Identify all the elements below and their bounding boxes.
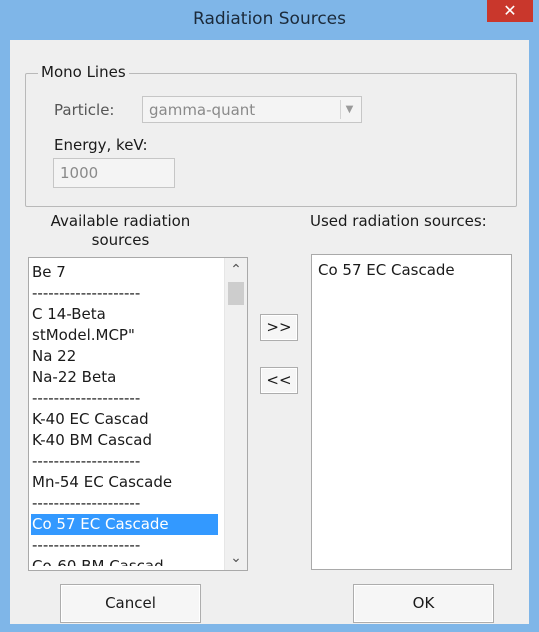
particle-value: gamma-quant (149, 101, 256, 119)
list-item[interactable]: -------------------- (31, 283, 218, 304)
close-icon: ✕ (503, 1, 517, 20)
list-item[interactable]: Na 22 (31, 346, 218, 367)
list-item[interactable]: K-40 EC Cascad (31, 409, 218, 430)
used-sources-heading: Used radiation sources: (310, 212, 487, 230)
energy-field[interactable]: 1000 (53, 158, 175, 188)
available-sources-heading: Available radiation sources (38, 212, 203, 250)
cancel-button[interactable]: Cancel (60, 584, 201, 623)
available-sources-list[interactable]: Be 7 -------------------- C 14-Beta stModel… (28, 257, 248, 571)
list-item[interactable]: C 14-Beta (31, 304, 218, 325)
available-heading-line1: Available radiation (50, 212, 191, 230)
scroll-thumb[interactable] (228, 282, 244, 305)
list-item[interactable]: Co 57 EC Cascade (317, 260, 504, 281)
scroll-down-icon[interactable]: ⌄ (225, 548, 247, 568)
list-item[interactable]: Co 57 EC Cascade (31, 514, 218, 535)
particle-label: Particle: (54, 101, 115, 119)
list-item[interactable]: -------------------- (31, 451, 218, 472)
list-item[interactable]: Be 7 (31, 262, 218, 283)
list-item[interactable]: -------------------- (31, 535, 218, 556)
list-item[interactable]: Co-60 BM Cascad (31, 556, 218, 566)
list-item[interactable]: K-40 BM Cascad (31, 430, 218, 451)
available-heading-line2: sources (91, 231, 150, 249)
list-item[interactable]: Na-22 Beta (31, 367, 218, 388)
chevron-down-icon[interactable]: ▼ (340, 100, 358, 119)
add-source-button[interactable]: >> (260, 314, 298, 341)
dialog-window: Radiation Sources ✕ Mono Lines Particle:… (0, 0, 539, 632)
energy-value: 1000 (60, 164, 99, 182)
close-button[interactable]: ✕ (487, 0, 533, 22)
used-sources-list[interactable]: Co 57 EC Cascade (311, 254, 512, 570)
particle-combobox[interactable]: gamma-quant ▼ (142, 96, 362, 123)
dialog-client-area: Mono Lines Particle: gamma-quant ▼ Energ… (10, 40, 529, 624)
scroll-up-icon[interactable]: ⌃ (225, 260, 247, 280)
mono-lines-group-title: Mono Lines (38, 63, 129, 81)
used-items: Co 57 EC Cascade (317, 260, 511, 281)
remove-source-button[interactable]: << (260, 367, 298, 394)
available-scrollbar[interactable]: ⌃ ⌄ (224, 258, 247, 570)
ok-button[interactable]: OK (353, 584, 494, 623)
title-bar[interactable]: Radiation Sources ✕ (0, 0, 539, 40)
list-item[interactable]: Mn-54 EC Cascade (31, 472, 218, 493)
energy-label: Energy, keV: (54, 136, 148, 154)
available-items: Be 7 -------------------- C 14-Beta stModel… (31, 262, 247, 566)
list-item[interactable]: -------------------- (31, 493, 218, 514)
list-item[interactable]: stModel.MCP" (31, 325, 218, 346)
list-item[interactable]: -------------------- (31, 388, 218, 409)
dialog-title: Radiation Sources (193, 9, 346, 29)
